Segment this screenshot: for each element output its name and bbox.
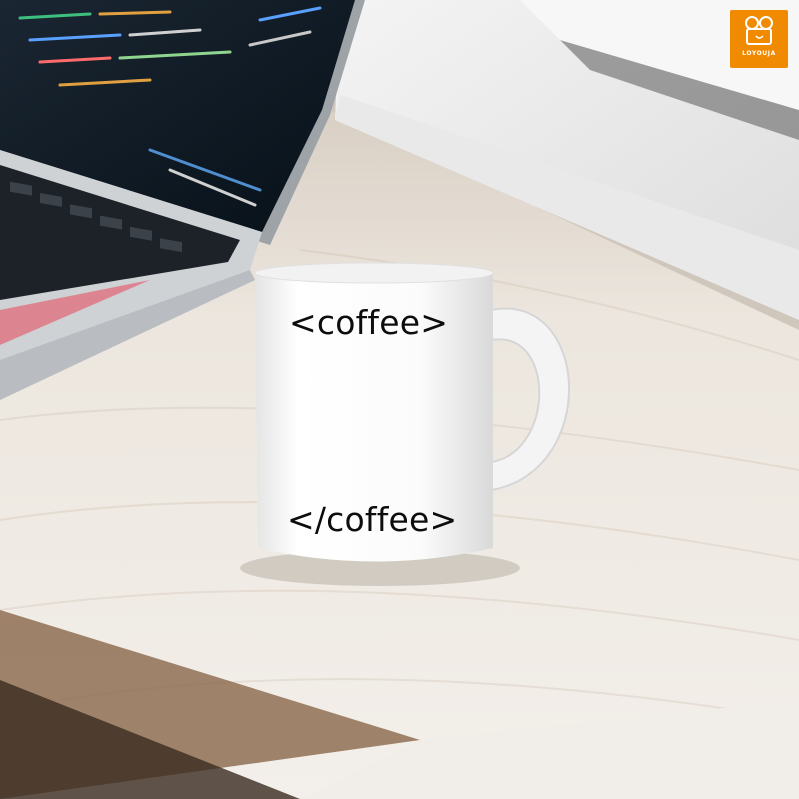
camera-icon: [745, 16, 773, 45]
mug-text-bottom: </coffee>: [287, 500, 458, 539]
photo-scene: <coffee> </coffee> LOYOUJA: [0, 0, 799, 799]
logo-text: LOYOUJA: [742, 50, 776, 57]
brand-logo: LOYOUJA: [730, 10, 788, 68]
scene-illustration: [0, 0, 799, 799]
mug-text-top: <coffee>: [289, 303, 449, 342]
